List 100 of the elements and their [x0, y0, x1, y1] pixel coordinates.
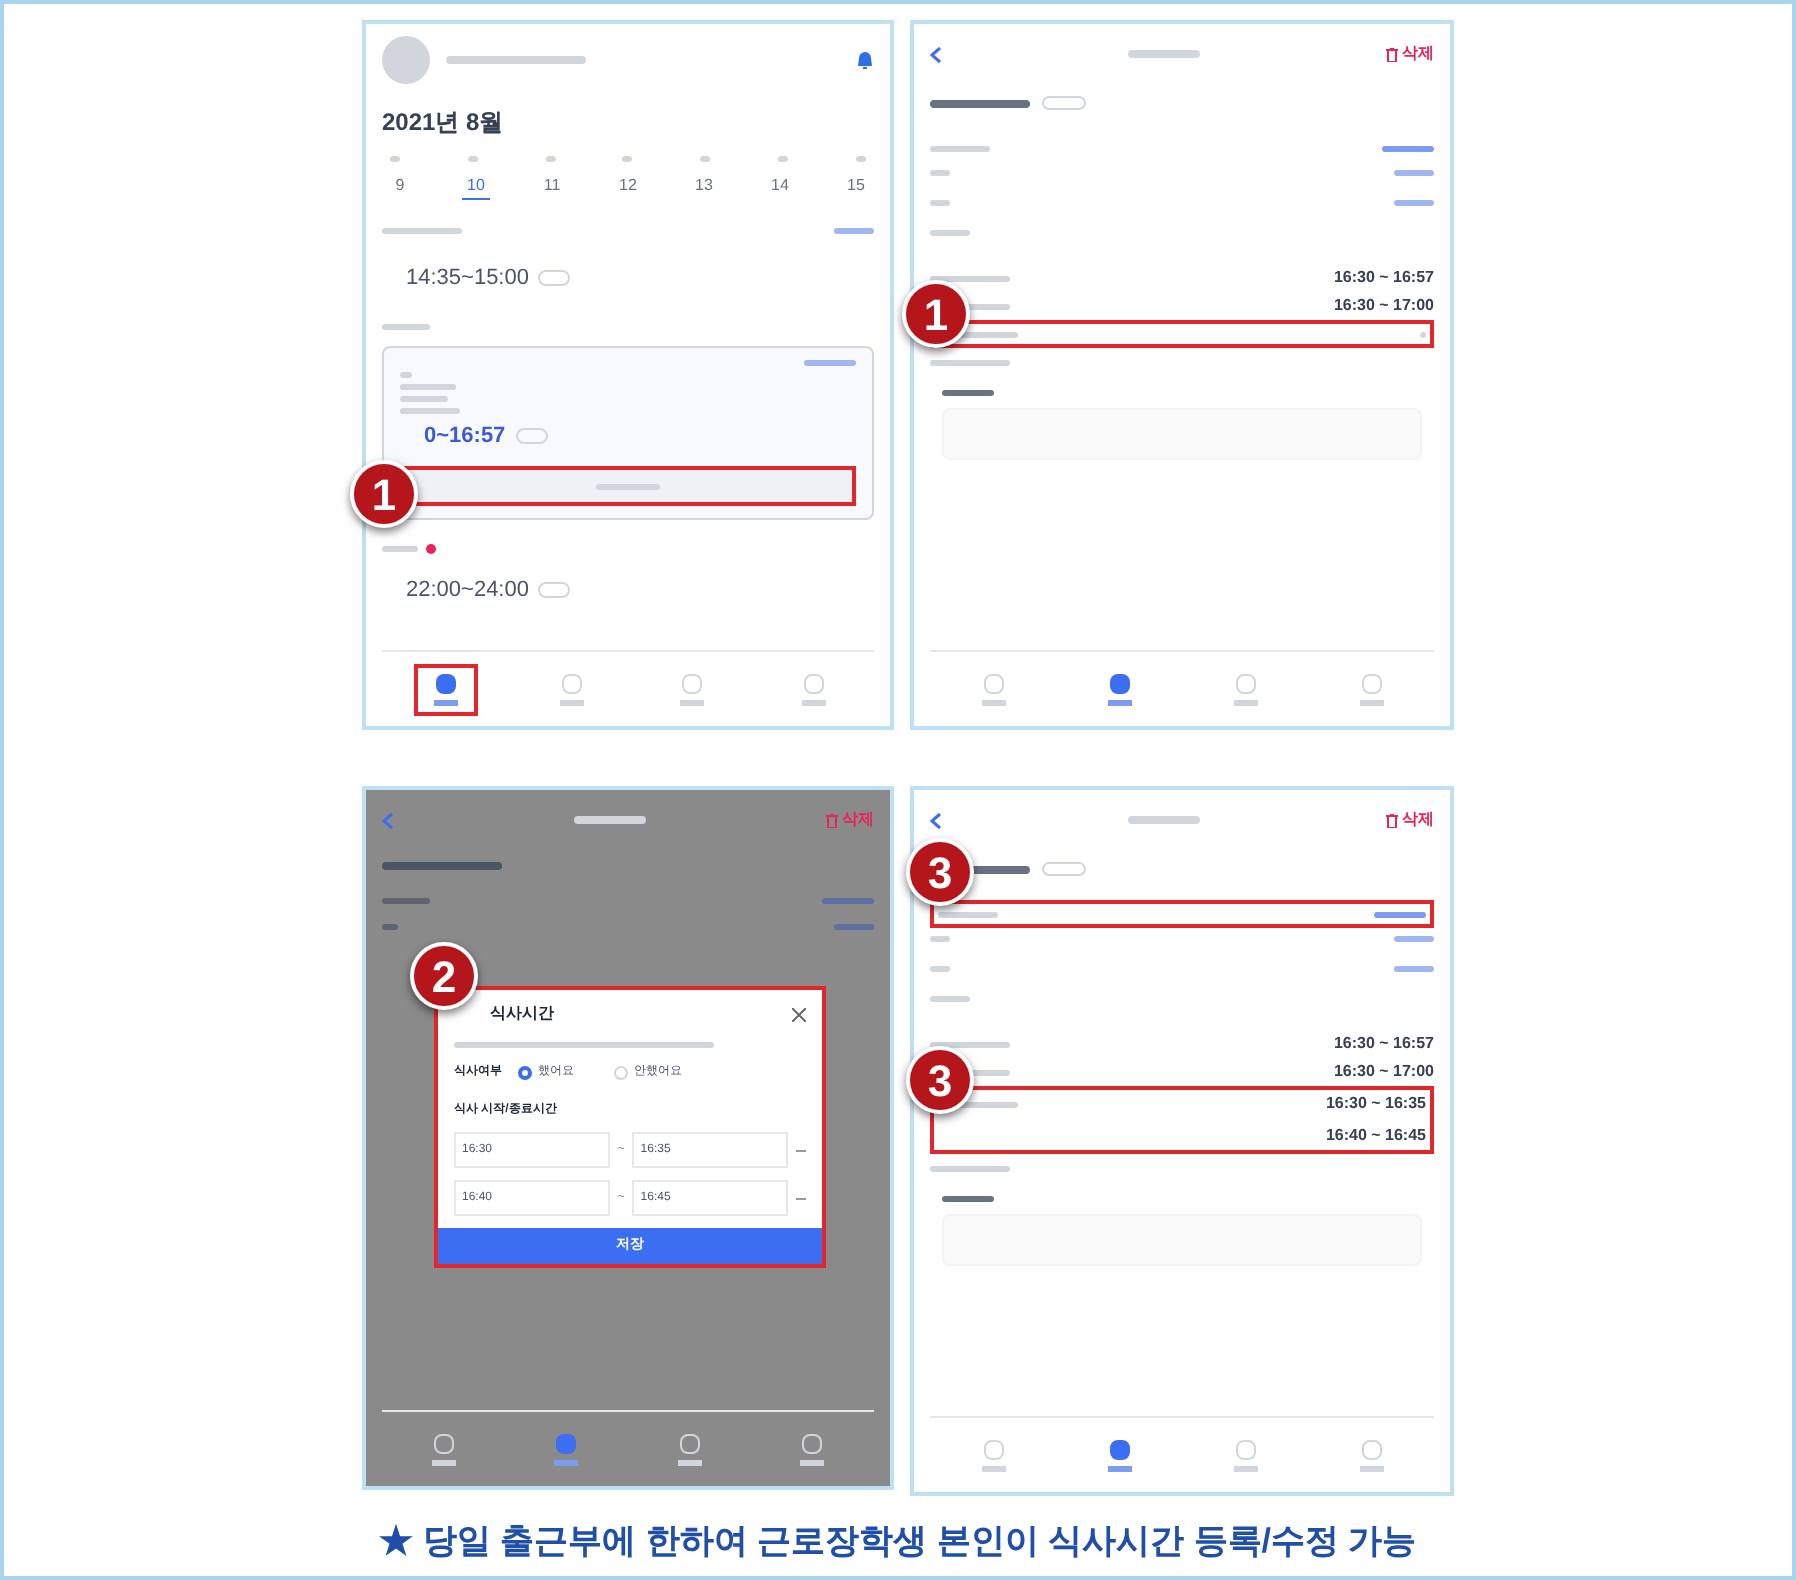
illegible-text [382, 862, 502, 870]
illegible-text [382, 228, 462, 234]
illegible-text [559, 699, 584, 705]
date-cell[interactable]: 14 [766, 174, 794, 200]
illegible-text [1382, 145, 1434, 151]
tab-icon [983, 1439, 1003, 1459]
illegible-text [1394, 200, 1434, 206]
time-slot: 22:00~24:00 [406, 574, 529, 607]
illegible-text [400, 407, 460, 413]
step-number-badge: 2 [410, 942, 478, 1010]
illegible-text [942, 390, 994, 396]
step-number-badge: 1 [902, 280, 970, 348]
tab-icon [1361, 1439, 1381, 1459]
illegible-text [942, 1196, 994, 1202]
illegible-text [778, 156, 789, 162]
illegible-text [981, 699, 1005, 705]
illegible-text [382, 898, 430, 904]
nav-tab[interactable] [414, 663, 479, 715]
back-icon[interactable] [930, 811, 942, 829]
illegible-text [1420, 331, 1426, 337]
illegible-text [930, 230, 970, 236]
illegible-text [930, 996, 970, 1002]
illegible-text [1128, 50, 1200, 58]
date-cell[interactable]: 10 [462, 174, 490, 200]
illegible-text [930, 275, 1010, 281]
bell-icon [856, 50, 874, 70]
tab-icon [1109, 1439, 1129, 1459]
illegible-text [930, 99, 1030, 107]
time-range: 16:40 ~ 16:45 [1325, 1124, 1426, 1148]
illegible-text [446, 56, 586, 64]
remove-icon[interactable] [796, 1145, 807, 1155]
illegible-text [930, 936, 950, 942]
illegible-text [1394, 966, 1434, 972]
illegible-text [382, 924, 398, 930]
illegible-text [400, 383, 456, 389]
illegible-text [930, 145, 990, 151]
trash-icon [1386, 47, 1398, 61]
tab-icon [1235, 1439, 1255, 1459]
date-cell[interactable]: 9 [386, 174, 414, 200]
step-number-badge: 1 [350, 460, 418, 528]
tab-icon [803, 673, 824, 693]
date-cell[interactable]: 15 [842, 174, 870, 200]
tab-icon [679, 1433, 700, 1453]
status-tag [538, 582, 571, 599]
status-tag [1042, 862, 1086, 876]
illegible-text [1128, 816, 1200, 824]
trash-icon [1386, 813, 1398, 827]
illegible-text [1374, 911, 1426, 917]
illegible-text [467, 156, 478, 162]
back-icon[interactable] [930, 45, 942, 63]
illegible-text [1394, 936, 1434, 942]
illegible-text [700, 156, 711, 162]
illegible-text [1359, 1465, 1383, 1471]
remove-icon[interactable] [796, 1193, 807, 1203]
illegible-text [1394, 170, 1434, 176]
illegible-text [1359, 699, 1383, 705]
time-range: 16:30 ~ 17:00 [1333, 1060, 1434, 1084]
time-range: 16:30 ~ 16:57 [1333, 1032, 1434, 1056]
illegible-text [1107, 699, 1131, 705]
illegible-text [554, 1459, 579, 1465]
delete-button[interactable]: 삭제 [1386, 42, 1434, 66]
illegible-text [822, 898, 874, 904]
date-cell[interactable]: 11 [538, 174, 566, 200]
month-title: 2021년 8월 [382, 106, 506, 140]
status-tag [515, 427, 548, 444]
tab-icon [983, 673, 1003, 693]
illegible-text [574, 816, 646, 824]
illegible-text [930, 966, 950, 972]
time-slot: 0~16:57 [424, 419, 506, 452]
illegible-text [382, 323, 430, 329]
illegible-text [981, 1465, 1005, 1471]
tab-icon [556, 1433, 577, 1453]
close-icon[interactable] [792, 1007, 806, 1021]
illegible-text [804, 359, 856, 365]
status-tag [1042, 96, 1086, 110]
trash-icon [826, 813, 838, 827]
date-cell[interactable]: 13 [690, 174, 718, 200]
tab-icon [433, 1433, 454, 1453]
delete-button[interactable]: 삭제 [1386, 808, 1434, 832]
tab-icon [682, 673, 703, 693]
illegible-text [801, 699, 826, 705]
illegible-text [431, 1459, 456, 1465]
tab-icon [1235, 673, 1255, 693]
illegible-text [400, 371, 412, 377]
illegible-text [400, 395, 448, 401]
illegible-text [930, 1166, 1010, 1172]
illegible-text [930, 1041, 1010, 1047]
illegible-text [834, 924, 874, 930]
illegible-text [1233, 1465, 1257, 1471]
tab-icon [436, 673, 457, 693]
time-range: 16:30 ~ 16:35 [1325, 1092, 1426, 1116]
time-range: 16:30 ~ 16:57 [1333, 266, 1434, 290]
meal-time-button[interactable] [400, 466, 856, 506]
tab-icon [1361, 673, 1381, 693]
illegible-text [382, 546, 418, 552]
step-number-badge: 3 [906, 838, 974, 906]
illegible-text [930, 200, 950, 206]
tab-icon [561, 673, 582, 693]
date-cell[interactable]: 12 [614, 174, 642, 200]
illegible-text [930, 170, 950, 176]
